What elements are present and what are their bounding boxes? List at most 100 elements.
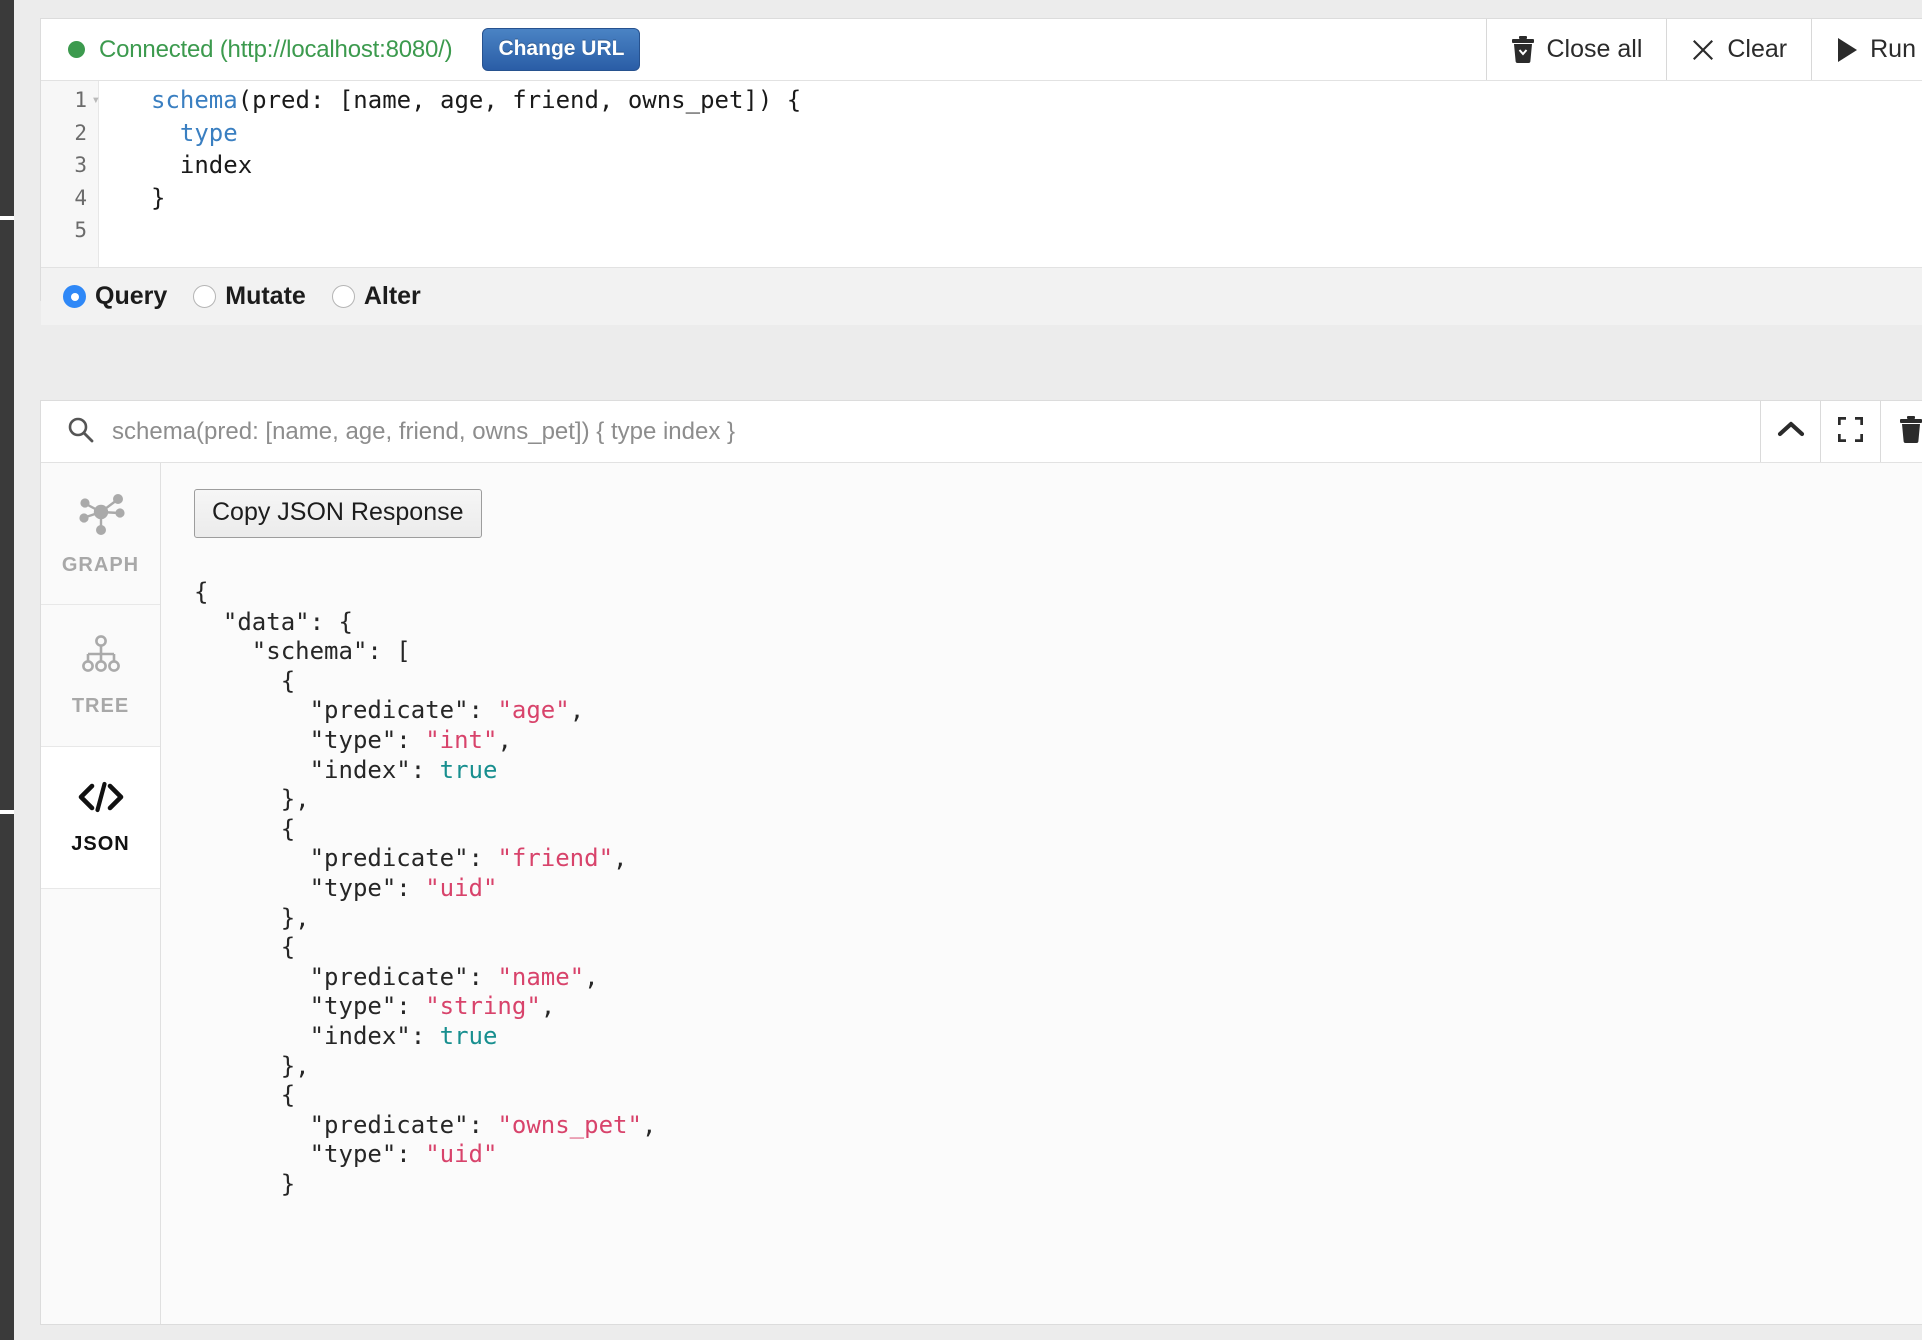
close-all-button[interactable]: Close all [1485,19,1667,80]
code-icon [76,780,126,819]
delete-result-button[interactable] [1880,401,1922,462]
tab-graph-label: GRAPH [61,553,140,576]
json-token: "age" [497,696,570,725]
json-line: { [194,578,1922,608]
window-left-edge [0,0,14,1340]
line-number: 5 [74,218,87,242]
json-line: "predicate": "age", [194,696,1922,726]
json-token: "type": [194,992,426,1021]
json-line: "type": "uid" [194,1140,1922,1170]
code-line: type [151,117,1922,150]
json-token: "index": [194,755,440,784]
fullscreen-icon [1837,415,1864,447]
json-line: "type": "int", [194,726,1922,756]
mode-option-alter[interactable]: Alter [331,282,421,311]
json-token: { [194,666,296,695]
json-line: { [194,933,1922,963]
code-line: } [151,182,1922,215]
clear-button[interactable]: Clear [1666,19,1811,80]
json-line: }, [194,1052,1922,1082]
json-token: "uid" [425,873,498,902]
json-token: , [641,1110,657,1139]
close-all-label: Close all [1546,35,1643,63]
json-line: "predicate": "owns_pet", [194,1111,1922,1141]
query-mode-selector: Query Mutate Alter [41,267,1922,325]
connection-status-label: Connected (http://localhost:8080/) [99,35,453,63]
tree-icon [79,634,123,681]
json-line: "predicate": "friend", [194,844,1922,874]
json-token: "string" [425,992,541,1021]
window-edge-gap [0,810,14,814]
json-token: { [194,1081,296,1110]
json-line: "type": "uid" [194,874,1922,904]
json-token: "type": [194,1140,426,1169]
mode-label-query: Query [95,282,168,310]
query-editor-panel: Connected (http://localhost:8080/) Chang… [40,18,1922,325]
json-token: }, [194,1051,310,1080]
editor-gutter: 1 ▾ 2 3 4 5 [41,81,100,267]
tab-graph[interactable]: GRAPH [41,463,160,605]
mode-label-alter: Alter [363,282,421,310]
json-token: , [613,844,628,873]
json-token: "owns_pet" [497,1110,642,1139]
json-line: } [194,1170,1922,1200]
copy-json-response-button[interactable]: Copy JSON Response [194,489,482,538]
fullscreen-button[interactable] [1820,401,1880,462]
json-line: "predicate": "name", [194,963,1922,993]
json-token: , [540,992,556,1021]
executed-query-text: schema(pred: [name, age, friend, owns_pe… [112,417,736,445]
json-line: "index": true [194,1022,1922,1052]
json-token: { [194,933,296,962]
change-url-button[interactable]: Change URL [482,28,641,71]
collapse-button[interactable] [1760,401,1820,462]
code-line-list: schema(pred: [name, age, friend, owns_pe… [99,81,1922,247]
code-line: index [151,149,1922,182]
mode-option-query[interactable]: Query [63,282,167,311]
json-token: "uid" [425,1140,498,1169]
run-button[interactable]: Run [1811,19,1922,80]
graph-icon [77,491,125,540]
json-line: { [194,1081,1922,1111]
json-token: "data": { [194,607,353,636]
connection-status-group: Connected (http://localhost:8080/) Chang… [41,28,641,71]
radio-mutate[interactable] [193,285,217,308]
json-token: true [439,1021,498,1050]
json-token: true [439,755,498,784]
json-token: "predicate": [194,844,498,873]
code-line: schema(pred: [name, age, friend, owns_pe… [151,84,1922,117]
line-number: 2 [74,120,87,145]
mode-option-mutate[interactable]: Mutate [193,282,306,311]
code-token: schema [151,86,238,114]
json-token: "type": [194,725,426,754]
json-token: "index": [194,1021,440,1050]
chevron-up-icon [1777,419,1805,444]
json-line: "schema": [ [194,637,1922,667]
trash-icon [1511,36,1535,63]
tab-tree-label: TREE [71,694,130,717]
radio-alter[interactable] [331,285,355,308]
code-editor[interactable]: 1 ▾ 2 3 4 5 schema(pred: [name, age, friend, … [41,81,1922,267]
json-token: }, [194,785,310,814]
radio-query[interactable] [63,285,86,308]
clear-label: Clear [1727,35,1788,63]
json-line: "index": true [194,756,1922,786]
json-output-pane: Copy JSON Response { "data": { "schema":… [161,463,1922,1324]
search-icon [67,416,94,448]
result-header-actions [1760,401,1922,462]
executed-query-row[interactable]: schema(pred: [name, age, friend, owns_pe… [41,401,1760,462]
window-edge-gap [0,216,14,220]
tab-json[interactable]: JSON [41,747,160,889]
editor-code-area[interactable]: schema(pred: [name, age, friend, owns_pe… [99,81,1922,267]
json-token: { [194,814,296,843]
code-token: } [151,183,166,212]
json-token: { [194,578,209,606]
json-token: "predicate": [194,1110,498,1139]
tab-tree[interactable]: TREE [41,605,160,747]
line-number: 3 [74,153,87,177]
json-token: , [497,725,512,754]
tab-json-label: JSON [71,832,130,855]
json-token: } [194,1169,296,1198]
mode-label-mutate: Mutate [225,282,306,310]
